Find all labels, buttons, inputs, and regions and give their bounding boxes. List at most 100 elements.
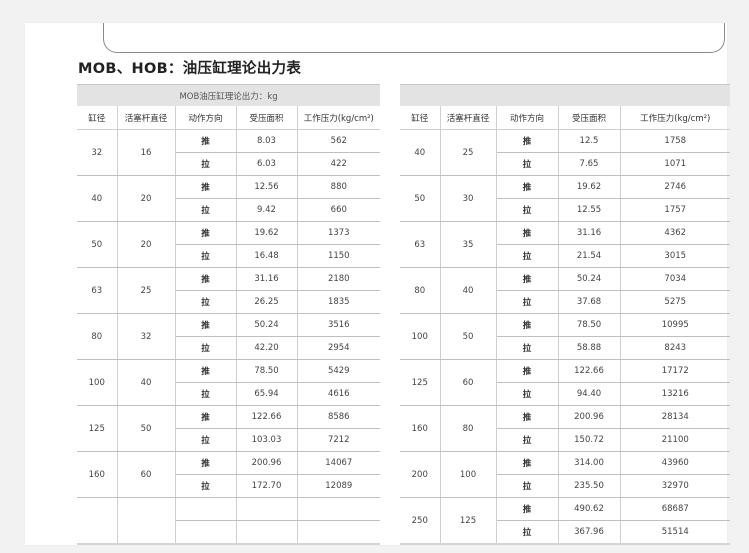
table-caption: MOB油压缸理论出力：kg xyxy=(77,84,381,106)
area-cell: 103.03 xyxy=(236,428,298,452)
force-cell: 32970 xyxy=(620,474,730,498)
table-row: 63 25 推 31.16 2180 xyxy=(77,267,381,314)
area-cell: 31.16 xyxy=(558,221,621,245)
rod-diameter-cell: 25 xyxy=(117,267,176,314)
rod-diameter-cell: 100 xyxy=(440,451,497,498)
area-cell: 50.24 xyxy=(558,267,621,291)
direction-cell: 拉 xyxy=(175,336,237,360)
column-header: 缸径 xyxy=(400,106,441,130)
area-cell: 19.62 xyxy=(236,221,298,245)
direction-cell: 推 xyxy=(175,405,237,429)
force-cell: 8243 xyxy=(620,336,730,360)
force-cell: 1373 xyxy=(297,221,381,245)
column-header-row: 缸径 活塞杆直径 动作方向 受压面积 工作压力(kg/cm²) xyxy=(77,106,381,130)
force-table-right: 缸径 活塞杆直径 动作方向 受压面积 工作压力(kg/cm²) 40 25 推 12.5 1758… xyxy=(400,84,730,545)
force-cell: 562 xyxy=(297,129,381,153)
direction-cell: 推 xyxy=(496,129,559,153)
area-cell: 9.42 xyxy=(236,198,298,222)
area-cell: 235.50 xyxy=(558,474,621,498)
decorative-frame xyxy=(103,23,725,53)
area-cell: 31.16 xyxy=(236,267,298,291)
area-cell: 122.66 xyxy=(558,359,621,383)
force-cell: 7212 xyxy=(297,428,381,452)
area-cell: 21.54 xyxy=(558,244,621,268)
rod-diameter-cell: 20 xyxy=(117,221,176,268)
area-cell: 65.94 xyxy=(236,382,298,406)
force-cell: 10995 xyxy=(620,313,730,337)
direction-cell: 推 xyxy=(496,313,559,337)
direction-cell: 推 xyxy=(175,451,237,475)
column-header: 动作方向 xyxy=(175,106,237,130)
area-cell: 6.03 xyxy=(236,152,298,176)
direction-cell: 拉 xyxy=(496,290,559,314)
rod-diameter-cell: 40 xyxy=(440,267,497,314)
direction-cell: 推 xyxy=(175,175,237,199)
area-cell: 12.5 xyxy=(558,129,621,153)
area-cell: 26.25 xyxy=(236,290,298,314)
column-header: 工作压力(kg/cm²) xyxy=(297,106,381,130)
column-header: 活塞杆直径 xyxy=(440,106,497,130)
bore-cell: 125 xyxy=(400,359,441,406)
direction-cell: 拉 xyxy=(496,152,559,176)
direction-cell: 拉 xyxy=(175,474,237,498)
direction-cell: 拉 xyxy=(496,198,559,222)
table-row: 80 40 推 50.24 7034 xyxy=(400,267,730,314)
area-cell: 150.72 xyxy=(558,428,621,452)
area-cell: 7.65 xyxy=(558,152,621,176)
force-cell: 14067 xyxy=(297,451,381,475)
direction-cell: 拉 xyxy=(175,198,237,222)
table-row: 100 50 推 78.50 10995 xyxy=(400,313,730,360)
area-cell: 78.50 xyxy=(236,359,298,383)
area-cell: 58.88 xyxy=(558,336,621,360)
area-cell: 37.68 xyxy=(558,290,621,314)
area-cell: 314.00 xyxy=(558,451,621,475)
table-row: 200 100 推 314.00 43960 xyxy=(400,451,730,498)
force-cell: 28134 xyxy=(620,405,730,429)
area-cell: 16.48 xyxy=(236,244,298,268)
direction-cell: 拉 xyxy=(496,244,559,268)
rod-diameter-cell: 80 xyxy=(440,405,497,452)
table-row: 63 35 推 31.16 4362 xyxy=(400,221,730,268)
bore-cell: 160 xyxy=(77,451,118,498)
direction-cell: 推 xyxy=(175,221,237,245)
force-cell: 1071 xyxy=(620,152,730,176)
direction-cell: 推 xyxy=(175,313,237,337)
rod-diameter-cell: 125 xyxy=(440,497,497,545)
force-cell: 13216 xyxy=(620,382,730,406)
direction-cell: 推 xyxy=(175,359,237,383)
force-cell: 5275 xyxy=(620,290,730,314)
force-cell: 1150 xyxy=(297,244,381,268)
force-cell xyxy=(297,497,381,521)
bore-cell: 50 xyxy=(400,175,441,222)
bore-cell: 100 xyxy=(400,313,441,360)
bore-cell: 250 xyxy=(400,497,441,545)
force-cell: 5429 xyxy=(297,359,381,383)
direction-cell: 拉 xyxy=(175,244,237,268)
direction-cell: 拉 xyxy=(496,474,559,498)
table-row: 80 32 推 50.24 3516 xyxy=(77,313,381,360)
area-cell: 94.40 xyxy=(558,382,621,406)
rod-diameter-cell: 40 xyxy=(117,359,176,406)
rod-diameter-cell: 20 xyxy=(117,175,176,222)
bore-cell: 63 xyxy=(400,221,441,268)
direction-cell: 推 xyxy=(496,497,559,521)
table-row: 40 20 推 12.56 880 xyxy=(77,175,381,222)
area-cell: 8.03 xyxy=(236,129,298,153)
table-caption xyxy=(400,84,730,106)
rod-diameter-cell: 50 xyxy=(117,405,176,452)
force-cell: 1757 xyxy=(620,198,730,222)
direction-cell: 拉 xyxy=(175,290,237,314)
column-header: 动作方向 xyxy=(496,106,559,130)
force-cell: 880 xyxy=(297,175,381,199)
rod-diameter-cell: 25 xyxy=(440,129,497,176)
bore-cell: 160 xyxy=(400,405,441,452)
area-cell xyxy=(236,497,298,521)
area-cell: 12.56 xyxy=(236,175,298,199)
bore-cell: 100 xyxy=(77,359,118,406)
rod-diameter-cell: 60 xyxy=(440,359,497,406)
bore-cell xyxy=(77,497,118,545)
bore-cell: 125 xyxy=(77,405,118,452)
table-row: 160 80 推 200.96 28134 xyxy=(400,405,730,452)
force-cell: 1758 xyxy=(620,129,730,153)
direction-cell xyxy=(175,520,237,545)
